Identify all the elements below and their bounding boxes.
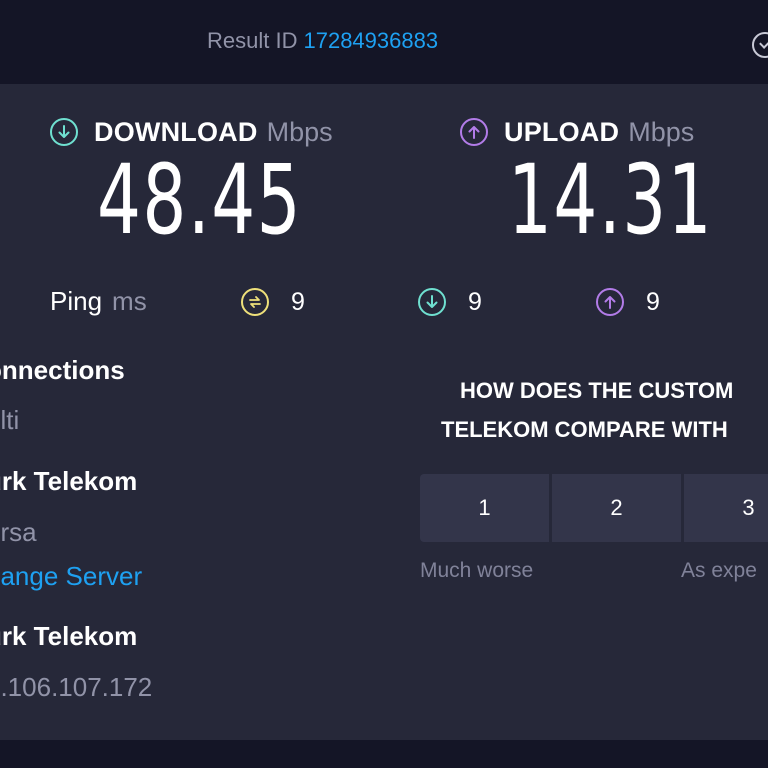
result-id-link[interactable]: 17284936883 (303, 28, 438, 53)
connections-value[interactable]: ulti (0, 405, 19, 436)
arrow-up-circle-icon (596, 288, 624, 316)
upload-speed-value: 14.31 (508, 144, 714, 256)
result-header: Result ID 17284936883 (0, 0, 768, 84)
check-circle-icon[interactable] (752, 32, 768, 58)
speedtest-results-page: Result ID 17284936883 DOWNLOAD Mbps 48.45… (0, 0, 768, 768)
survey-question-line1: HOW DOES THE CUSTOM (460, 378, 734, 403)
ping-idle-value: 9 (291, 287, 305, 316)
ping-unit: ms (112, 286, 147, 316)
rating-scale: 1 2 3 (420, 474, 768, 542)
footer-bar (0, 740, 768, 768)
survey-question-line2: TELEKOM COMPARE WITH (441, 417, 728, 442)
ping-upload-value: 9 (646, 287, 660, 316)
ping-label-text: Ping (50, 286, 103, 316)
download-label: DOWNLOAD (94, 116, 258, 147)
connections-label: onnections (0, 355, 125, 385)
isp-name: ürk Telekom (0, 621, 138, 651)
upload-label: UPLOAD (504, 116, 620, 147)
server-city: ursa (0, 517, 37, 547)
ping-label: Ping ms (50, 286, 147, 317)
rating-button-3[interactable]: 3 (684, 474, 768, 542)
rating-button-2[interactable]: 2 (552, 474, 681, 542)
ping-download[interactable]: 9 (418, 286, 482, 318)
rating-button-1[interactable]: 1 (420, 474, 549, 542)
download-speed-value: 48.45 (97, 144, 303, 256)
result-id: Result ID 17284936883 (207, 28, 438, 54)
ping-upload[interactable]: 9 (596, 286, 660, 318)
server-name: ürk Telekom (0, 466, 138, 496)
ping-idle-icon (241, 288, 269, 316)
arrow-down-circle-icon (418, 288, 446, 316)
ping-download-value: 9 (468, 287, 482, 316)
upload-unit: Mbps (628, 116, 695, 147)
ip-address: 5.106.107.172 (0, 672, 153, 702)
arrow-up-circle-icon (460, 118, 488, 146)
download-unit: Mbps (266, 116, 333, 147)
result-id-label: Result ID (207, 28, 298, 53)
scale-mid-label: As expe (681, 559, 757, 582)
ping-idle[interactable]: 9 (241, 286, 305, 318)
arrow-down-circle-icon (50, 118, 78, 146)
scale-low-label: Much worse (420, 559, 534, 582)
change-server-link[interactable]: hange Server (0, 561, 142, 592)
